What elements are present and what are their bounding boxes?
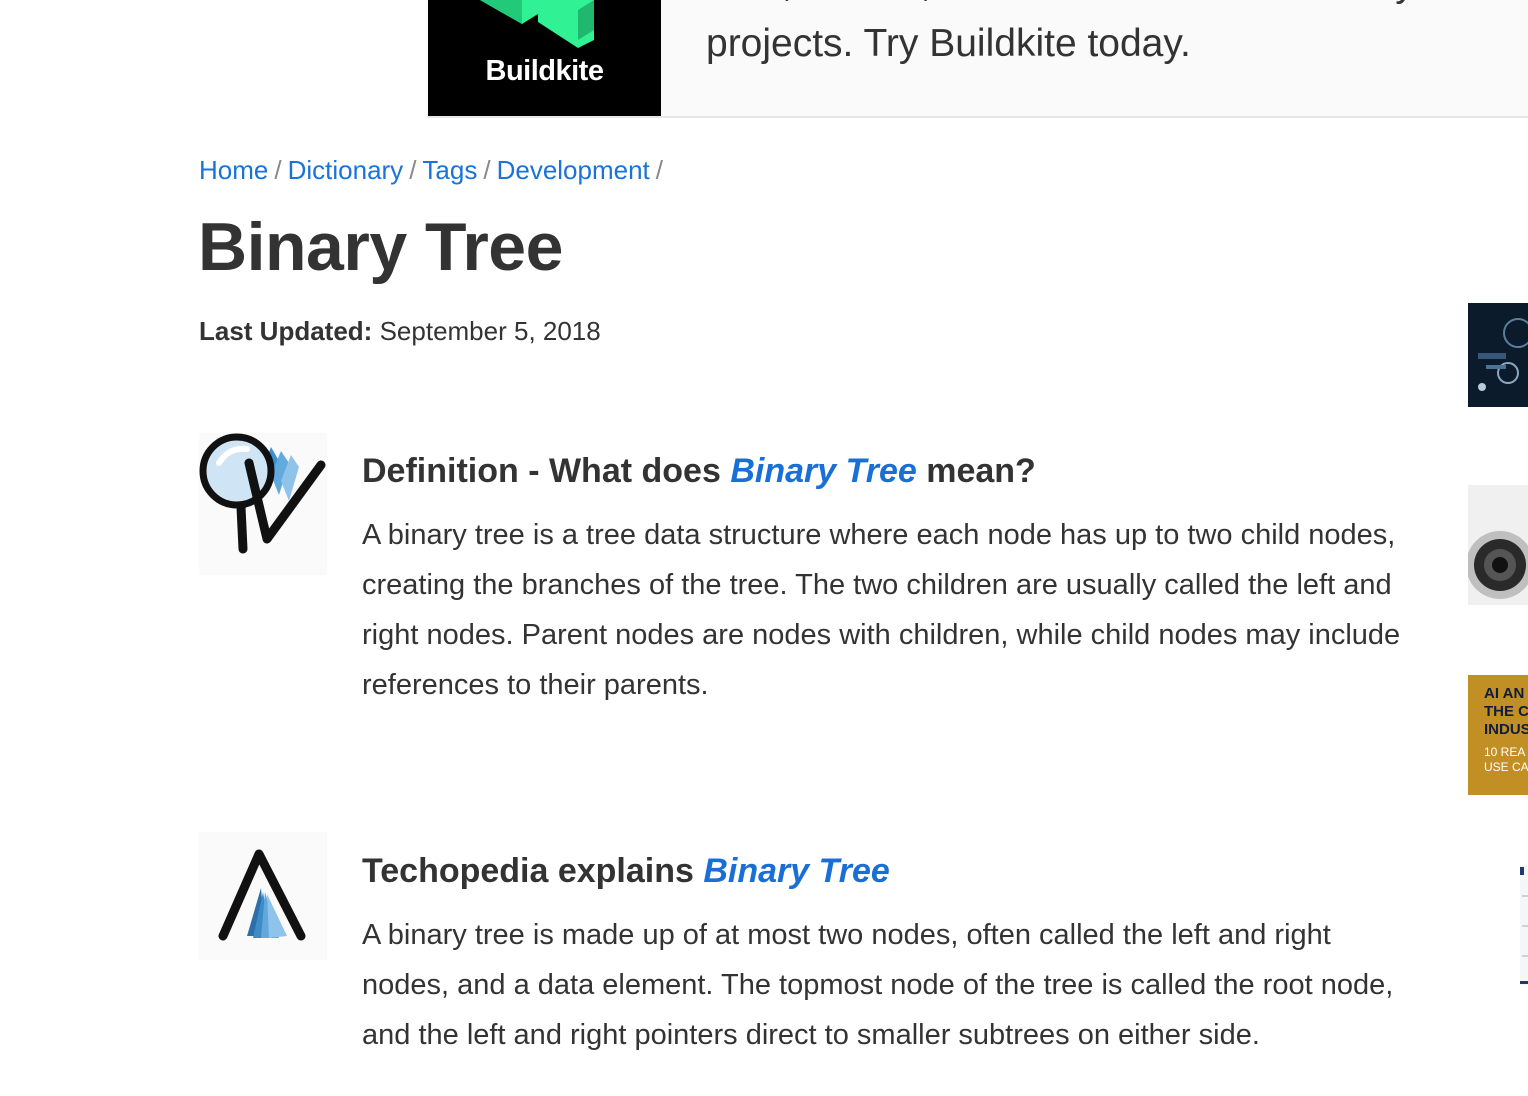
thumb3-title-line: AI AN — [1484, 685, 1525, 702]
last-updated-value: September 5, 2018 — [379, 316, 601, 346]
explains-heading: Techopedia explains Binary Tree — [362, 852, 890, 891]
techopedia-logo-icon — [199, 832, 327, 960]
sidebar-thumbnail-tech[interactable] — [1468, 303, 1528, 407]
sidebar-thumbnail-camera[interactable] — [1468, 485, 1528, 605]
definition-heading-suffix: mean? — [926, 452, 1036, 490]
ad-banner[interactable]: Buildkite Fast, secure, and scalable CI/… — [427, 0, 1528, 118]
definition-heading: Definition - What does Binary Tree mean? — [362, 452, 1036, 491]
breadcrumb-development[interactable]: Development — [497, 155, 650, 185]
breadcrumb-separator: / — [409, 155, 417, 185]
thumb3-title-line: INDUS — [1484, 721, 1528, 738]
breadcrumb-separator: / — [655, 155, 664, 185]
thumb3-subtitle: 10 REA USE CA — [1484, 745, 1528, 775]
breadcrumb-tags[interactable]: Tags — [422, 155, 477, 185]
page-title: Binary Tree — [198, 209, 563, 285]
thumb3-subtitle-line: USE CA — [1484, 760, 1528, 774]
breadcrumb: Home / Dictionary / Tags / Development / — [199, 155, 669, 186]
breadcrumb-separator: / — [274, 155, 282, 185]
breadcrumb-dictionary[interactable]: Dictionary — [288, 155, 404, 185]
buildkite-logo-text: Buildkite — [485, 55, 604, 87]
last-updated-label: Last Updated: — [199, 316, 373, 346]
explains-heading-prefix: Techopedia explains — [362, 852, 694, 890]
definition-heading-term[interactable]: Binary Tree — [730, 452, 916, 490]
definition-body: A binary tree is a tree data structure w… — [362, 519, 1401, 701]
thumb3-subtitle-line: 10 REA — [1484, 745, 1526, 759]
sidebar-thumbnail-document[interactable] — [1518, 865, 1528, 985]
breadcrumb-separator: / — [483, 155, 491, 185]
explains-body: A binary tree is made up of at most two … — [362, 919, 1394, 1051]
definition-heading-prefix: Definition - What does — [362, 452, 721, 490]
buildkite-logo[interactable]: Buildkite — [428, 0, 661, 116]
sidebar-thumbnail-ai-ebook[interactable]: AI AN THE C INDUS 10 REA USE CA — [1468, 675, 1528, 795]
explains-heading-term[interactable]: Binary Tree — [703, 852, 889, 890]
ad-text[interactable]: Fast, secure, and scalable CI/CD for all… — [706, 0, 1528, 74]
ad-text-line2: projects. Try Buildkite today. — [706, 22, 1191, 65]
breadcrumb-home[interactable]: Home — [199, 155, 268, 185]
thumb3-title: AI AN THE C INDUS — [1484, 685, 1528, 739]
thumb3-title-line: THE C — [1484, 703, 1528, 720]
magnifier-icon — [199, 433, 327, 575]
last-updated: Last Updated: September 5, 2018 — [199, 316, 601, 347]
ad-text-line1: Fast, secure, and scalable CI/CD for all… — [706, 0, 1528, 14]
